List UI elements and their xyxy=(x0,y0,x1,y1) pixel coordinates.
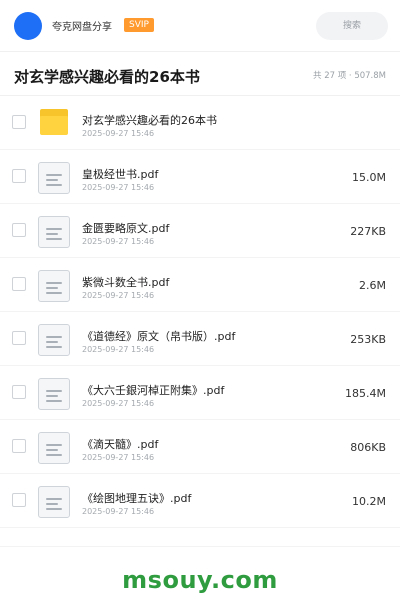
file-date: 2025-09-27 15:46 xyxy=(82,453,155,462)
list-item[interactable]: 《道德经》原文（帛书版）.pdf 2025-09-27 15:46 253KB xyxy=(0,312,400,366)
document-icon xyxy=(38,432,70,464)
search-input[interactable]: 搜索 xyxy=(316,12,388,40)
file-date: 2025-09-27 15:46 xyxy=(82,507,155,516)
file-name[interactable]: 《大六壬銀河棹正附集》.pdf xyxy=(82,382,224,398)
file-name[interactable]: 皇极经世书.pdf xyxy=(82,166,158,182)
list-item[interactable]: 《大六壬銀河棹正附集》.pdf 2025-09-27 15:46 185.4M xyxy=(0,366,400,420)
svip-badge: SVIP xyxy=(124,18,154,32)
file-date: 2025-09-27 15:46 xyxy=(82,399,155,408)
footer-divider xyxy=(0,546,400,547)
document-icon xyxy=(38,216,70,248)
share-header: 夸克网盘分享 SVIP 搜索 xyxy=(0,0,400,52)
folder-summary: 共 27 项 · 507.8M xyxy=(313,71,386,81)
file-size: 227KB xyxy=(350,225,386,238)
list-item[interactable]: 皇极经世书.pdf 2025-09-27 15:46 15.0M xyxy=(0,150,400,204)
item-checkbox[interactable] xyxy=(12,223,26,237)
file-date: 2025-09-27 15:46 xyxy=(82,291,155,300)
file-date: 2025-09-27 15:46 xyxy=(82,183,155,192)
document-icon xyxy=(38,162,70,194)
list-item[interactable]: 紫微斗数全书.pdf 2025-09-27 15:46 2.6M xyxy=(0,258,400,312)
file-size: 2.6M xyxy=(359,279,386,292)
document-icon xyxy=(38,324,70,356)
list-item[interactable]: 《绘图地理五诀》.pdf 2025-09-27 15:46 10.2M xyxy=(0,474,400,528)
file-date: 2025-09-27 15:46 xyxy=(82,237,155,246)
item-checkbox[interactable] xyxy=(12,331,26,345)
list-item[interactable]: 金匮要略原文.pdf 2025-09-27 15:46 227KB xyxy=(0,204,400,258)
page-title: 对玄学感兴趣必看的26本书 xyxy=(14,68,200,86)
folder-titlebar: 对玄学感兴趣必看的26本书 共 27 项 · 507.8M xyxy=(0,52,400,96)
file-date: 2025-09-27 15:46 xyxy=(82,345,155,354)
list-item[interactable]: 对玄学感兴趣必看的26本书 2025-09-27 15:46 xyxy=(0,96,400,150)
file-name[interactable]: 金匮要略原文.pdf xyxy=(82,220,169,236)
file-name[interactable]: 《绘图地理五诀》.pdf xyxy=(82,490,191,506)
footer: msouy.com xyxy=(0,560,400,600)
avatar[interactable] xyxy=(14,12,42,40)
item-checkbox[interactable] xyxy=(12,493,26,507)
file-name[interactable]: 紫微斗数全书.pdf xyxy=(82,274,169,290)
file-size: 806KB xyxy=(350,441,386,454)
file-date: 2025-09-27 15:46 xyxy=(82,129,155,138)
file-size: 15.0M xyxy=(352,171,386,184)
document-icon xyxy=(38,486,70,518)
document-icon xyxy=(38,270,70,302)
file-name[interactable]: 对玄学感兴趣必看的26本书 xyxy=(82,112,217,128)
file-name[interactable]: 《滴天髓》.pdf xyxy=(82,436,158,452)
item-checkbox[interactable] xyxy=(12,385,26,399)
file-size: 10.2M xyxy=(352,495,386,508)
file-list: 对玄学感兴趣必看的26本书 2025-09-27 15:46 皇极经世书.pdf… xyxy=(0,96,400,528)
file-size: 185.4M xyxy=(345,387,386,400)
file-size: 253KB xyxy=(350,333,386,346)
item-checkbox[interactable] xyxy=(12,277,26,291)
item-checkbox[interactable] xyxy=(12,439,26,453)
file-name[interactable]: 《道德经》原文（帛书版）.pdf xyxy=(82,328,235,344)
item-checkbox[interactable] xyxy=(12,169,26,183)
list-item[interactable]: 《滴天髓》.pdf 2025-09-27 15:46 806KB xyxy=(0,420,400,474)
document-icon xyxy=(38,378,70,410)
watermark-text: msouy.com xyxy=(122,566,278,594)
item-checkbox[interactable] xyxy=(12,115,26,129)
owner-name[interactable]: 夸克网盘分享 xyxy=(52,18,112,33)
folder-icon xyxy=(38,108,70,140)
